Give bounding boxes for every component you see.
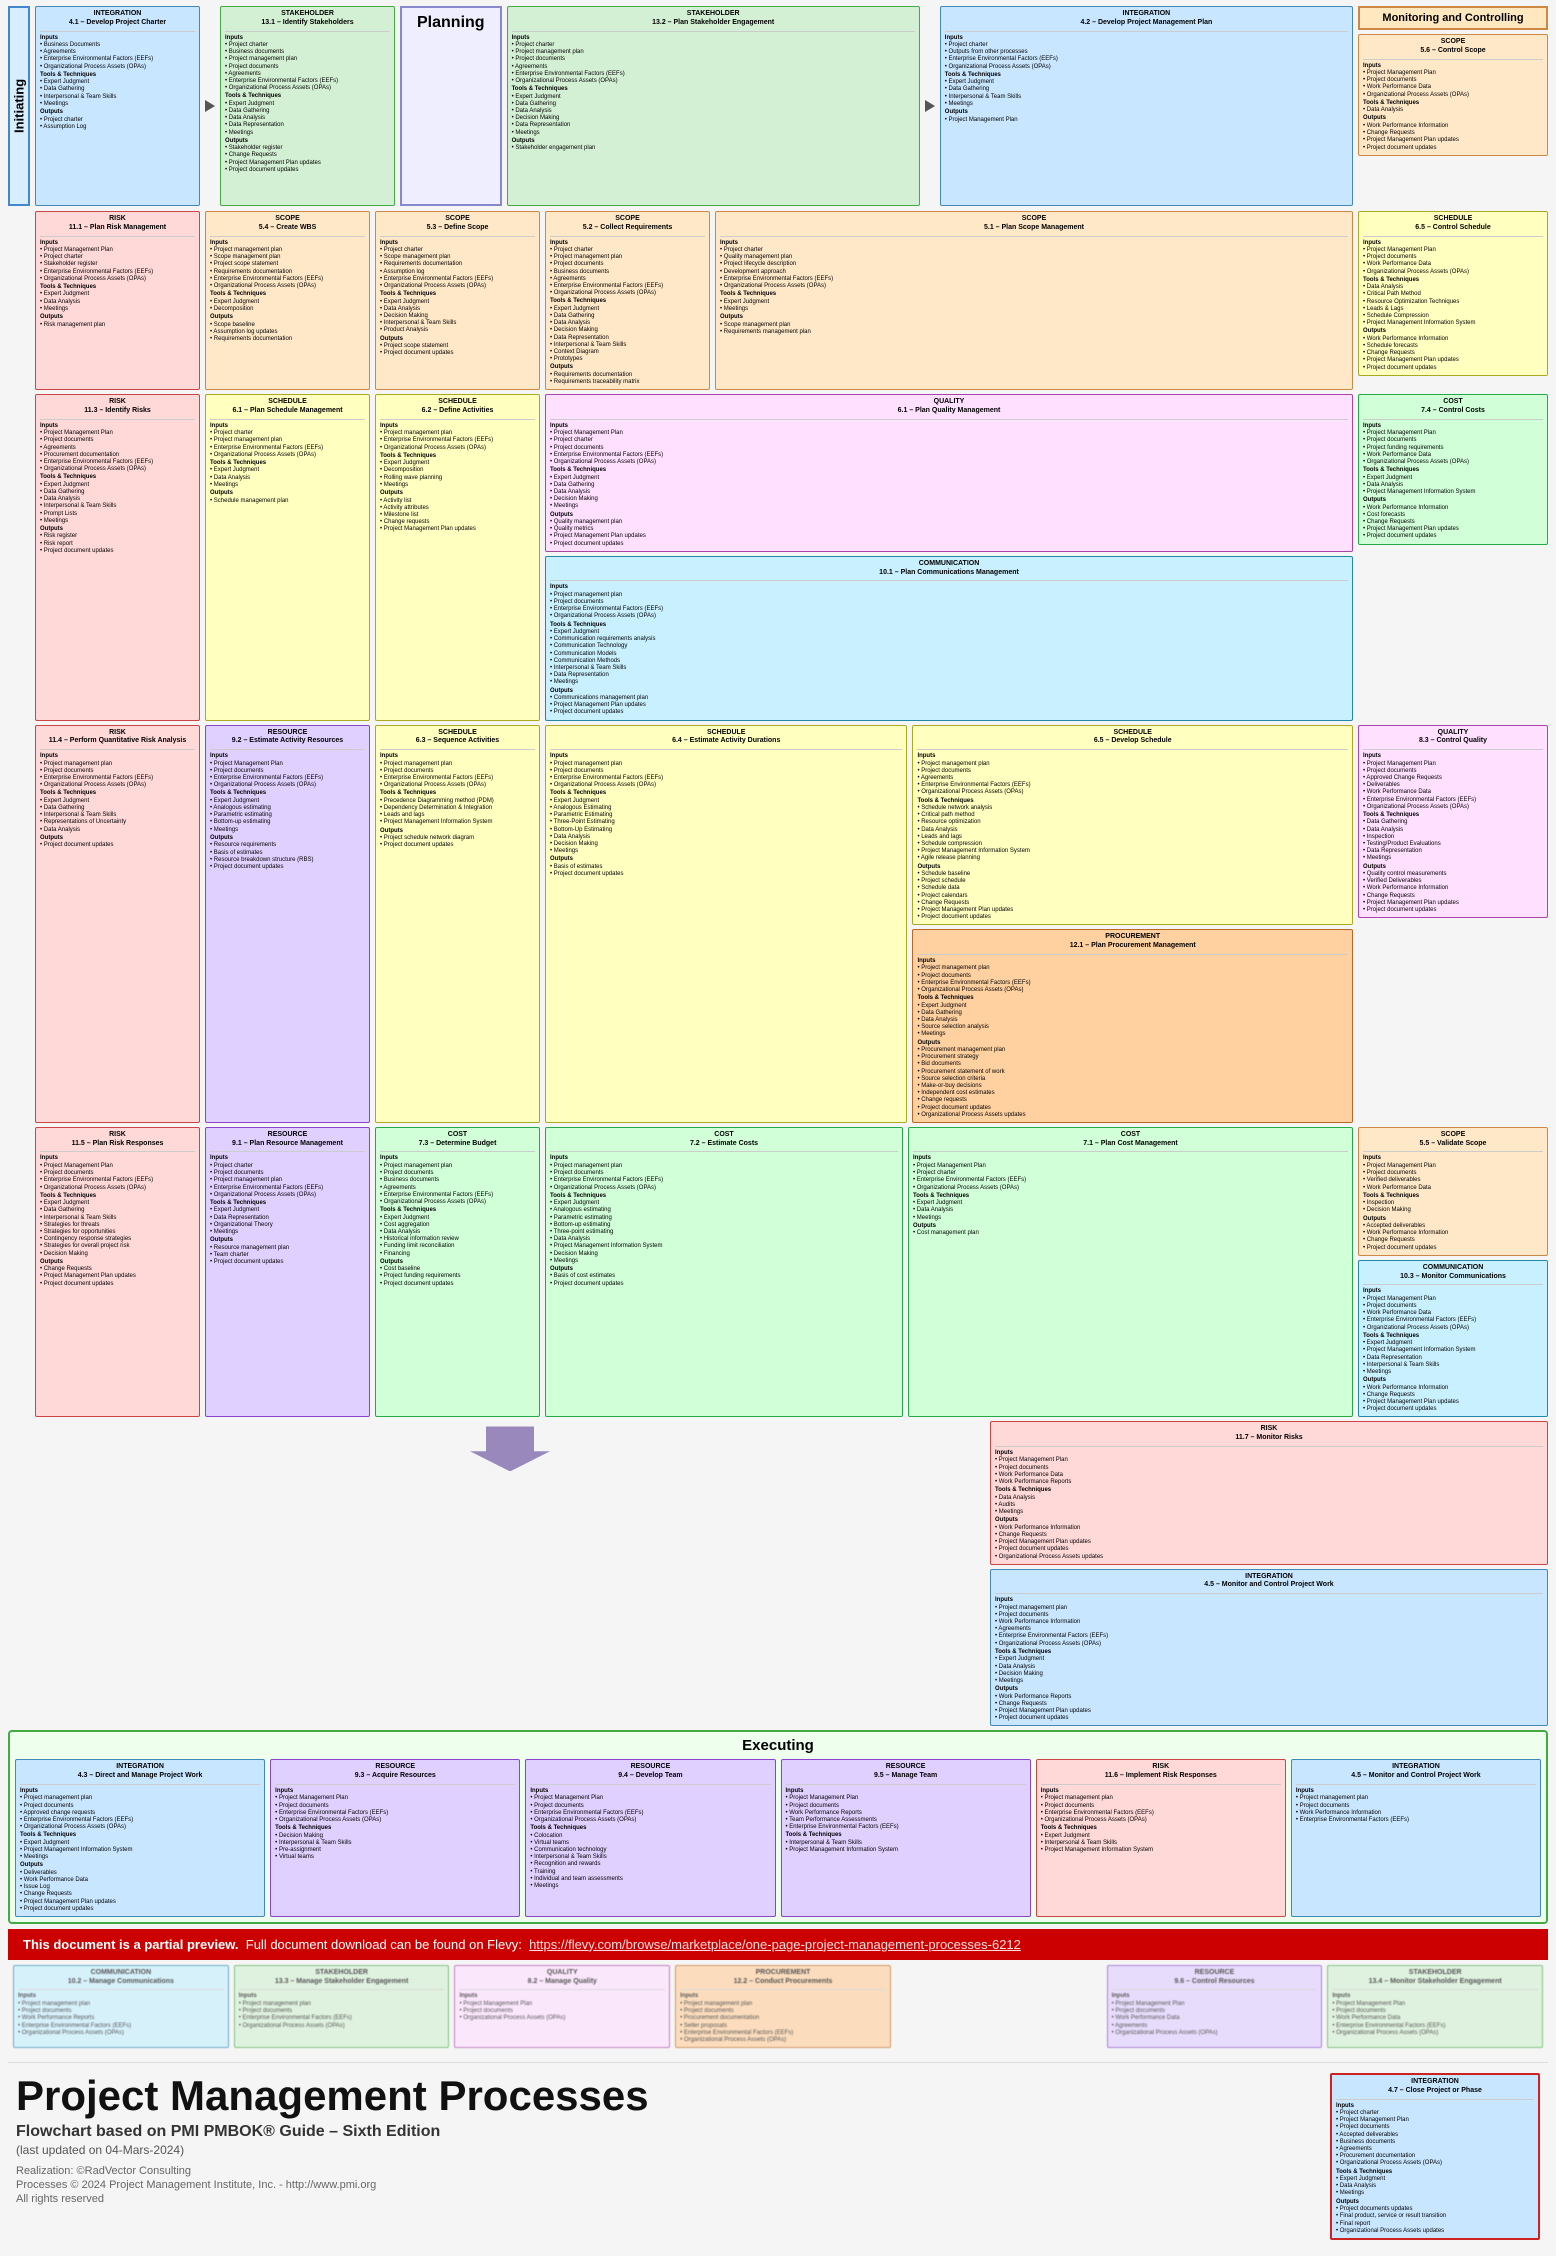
monitoring-right-col4: SCOPE5.5 – Validate Scope Inputs • Proje… (1358, 1127, 1548, 1418)
schedule-64-box: SCHEDULE6.4 – Estimate Activity Duration… (545, 725, 907, 1123)
procurement-121-box: PROCUREMENT12.1 – Plan Procurement Manag… (912, 929, 1353, 1123)
stakeholder-133-partial: STAKEHOLDER13.3 – Manage Stakeholder Eng… (234, 1965, 450, 2048)
integration-43-box: INTEGRATION4.3 – Direct and Manage Proje… (15, 1759, 265, 1917)
resource-94-box: RESOURCE9.4 – Develop Team Inputs • Proj… (525, 1759, 775, 1917)
subtitle-date: (last updated on 04-Mars-2024) (16, 2143, 1315, 2157)
monitoring-right-col5: RISK11.7 – Monitor Risks Inputs • Projec… (990, 1421, 1548, 1726)
monitoring-right-col3: QUALITY8.3 – Control Quality Inputs • Pr… (1358, 725, 1548, 1123)
spacer-left2 (8, 394, 30, 720)
spacer-left4 (8, 1127, 30, 1418)
cost-74-box: COST7.4 – Control Costs Inputs • Project… (1358, 394, 1548, 544)
resource-96-partial: RESOURCE9.6 – Control Resources Inputs •… (1107, 1965, 1323, 2048)
scope-53-box: SCOPE5.3 – Define Scope Inputs • Project… (375, 211, 540, 390)
planning-phase-label-top: Planning (400, 6, 502, 206)
spacer-left3 (8, 725, 30, 1123)
resource-91-box: RESOURCE9.1 – Plan Resource Management I… (205, 1127, 370, 1418)
scope-52-box: SCOPE5.2 – Collect Requirements Inputs •… (545, 211, 710, 390)
footer-area: Project Management Processes Flowchart b… (8, 2062, 1548, 2250)
resource-95-box: RESOURCE9.5 – Manage Team Inputs • Proje… (781, 1759, 1031, 1917)
cost-71-box: COST7.1 – Plan Cost Management Inputs • … (908, 1127, 1353, 1418)
risk-114-box: RISK11.4 – Perform Quantitative Risk Ana… (35, 725, 200, 1123)
arrow-41-to-131 (205, 6, 215, 206)
flevy-link[interactable]: https://flevy.com/browse/marketplace/one… (529, 1937, 1021, 1952)
spacer-left (8, 211, 30, 390)
schedule-62-box: SCHEDULE6.2 – Define Activities Inputs •… (375, 394, 540, 720)
integration-41-box: INTEGRATION4.1 – Develop Project Charter… (35, 6, 200, 206)
monitoring-label: Monitoring and Controlling (1358, 6, 1548, 30)
resource-93-box: RESOURCE9.3 – Acquire Resources Inputs •… (270, 1759, 520, 1917)
realization-line: Realization: ©RadVector Consulting (16, 2165, 1315, 2177)
risk-115-box: RISK11.5 – Plan Risk Responses Inputs • … (35, 1127, 200, 1418)
comm-102-partial: COMMUNICATION10.2 – Manage Communication… (13, 1965, 229, 2048)
schedule-61-box: SCHEDULE6.1 – Plan Schedule Management I… (205, 394, 370, 720)
main-container: Initiating INTEGRATION4.1 – Develop Proj… (0, 0, 1556, 2256)
main-title: Project Management Processes (16, 2073, 1315, 2119)
initiating-phase-label: Initiating (8, 6, 30, 206)
rights-line: All rights reserved (16, 2193, 1315, 2205)
quality-83-box: QUALITY8.3 – Control Quality Inputs • Pr… (1358, 725, 1548, 919)
monitoring-section: Monitoring and Controlling SCOPE5.6 – Co… (1358, 6, 1548, 206)
integration-45-box: INTEGRATION4.5 – Monitor and Control Pro… (990, 1569, 1548, 1727)
procurement-122-partial: PROCUREMENT12.2 – Conduct Procurements I… (675, 1965, 891, 2048)
executing-section: Executing INTEGRATION4.3 – Direct and Ma… (8, 1730, 1548, 1924)
stakeholder-132-box: STAKEHOLDER13.2 – Plan Stakeholder Engag… (507, 6, 920, 206)
scope-56-box: SCOPE5.6 – Control Scope Inputs • Projec… (1358, 34, 1548, 156)
executing-label: Executing (15, 1737, 1541, 1754)
copyright-line: Processes © 2024 Project Management Inst… (16, 2179, 1315, 2191)
monitoring-right-col: SCHEDULE6.5 – Control Schedule Inputs • … (1358, 211, 1548, 390)
planning-to-executing-arrow (470, 1426, 550, 1471)
scope-54-box: SCOPE5.4 – Create WBS Inputs • Project m… (205, 211, 370, 390)
stakeholder-131-box: STAKEHOLDER13.1 – Identify Stakeholders … (220, 6, 395, 206)
schedule-66-box: SCHEDULE6.5 – Control Schedule Inputs • … (1358, 211, 1548, 376)
risk-113-box: RISK11.3 – Identify Risks Inputs • Proje… (35, 394, 200, 720)
schedule-63-box: SCHEDULE6.3 – Sequence Activities Inputs… (375, 725, 540, 1123)
resource-92-box: RESOURCE9.2 – Estimate Activity Resource… (205, 725, 370, 1123)
preview-section: This document is a partial preview. Full… (8, 1929, 1548, 1960)
quality-61-box: QUALITY6.1 – Plan Quality Management Inp… (545, 394, 1353, 552)
monitoring-right-col2: COST7.4 – Control Costs Inputs • Project… (1358, 394, 1548, 720)
integration-47-box: INTEGRATION4.7 – Close Project or Phase … (1330, 2073, 1540, 2240)
footer-title-block: Project Management Processes Flowchart b… (16, 2073, 1315, 2205)
schedule-65-box: SCHEDULE6.5 – Develop Schedule Inputs • … (912, 725, 1353, 926)
risk-117-box: RISK11.7 – Monitor Risks Inputs • Projec… (990, 1421, 1548, 1564)
arrow-132-to-42 (925, 6, 935, 206)
subtitle-line: Flowchart based on PMI PMBOK® Guide – Si… (16, 2123, 1315, 2141)
cost-72-box: COST7.2 – Estimate Costs Inputs • Projec… (545, 1127, 903, 1418)
scope-51-box: SCOPE5.1 – Plan Scope Management Inputs … (715, 211, 1353, 390)
integration-42-box: INTEGRATION4.2 – Develop Project Managem… (940, 6, 1353, 206)
scope-55-box: SCOPE5.5 – Validate Scope Inputs • Proje… (1358, 1127, 1548, 1256)
risk-111-box: RISK11.1 – Plan Risk Management Inputs •… (35, 211, 200, 390)
bottom-partial-section: COMMUNICATION10.2 – Manage Communication… (8, 1960, 1548, 2057)
cost-73-box: COST7.3 – Determine Budget Inputs • Proj… (375, 1127, 540, 1418)
quality-82-partial: QUALITY8.2 – Manage Quality Inputs • Pro… (454, 1965, 670, 2048)
stakeholder-134-partial: STAKEHOLDER13.4 – Monitor Stakeholder En… (1327, 1965, 1543, 2048)
risk-116-box: RISK11.6 – Implement Risk Responses Inpu… (1036, 1759, 1286, 1917)
integration-45-side-box: INTEGRATION4.5 – Monitor and Control Pro… (1291, 1759, 1541, 1917)
communication-103-box: COMMUNICATION10.3 – Monitor Communicatio… (1358, 1260, 1548, 1418)
spacer-partial (896, 1965, 1102, 2048)
communication-101-box: COMMUNICATION10.1 – Plan Communications … (545, 556, 1353, 721)
